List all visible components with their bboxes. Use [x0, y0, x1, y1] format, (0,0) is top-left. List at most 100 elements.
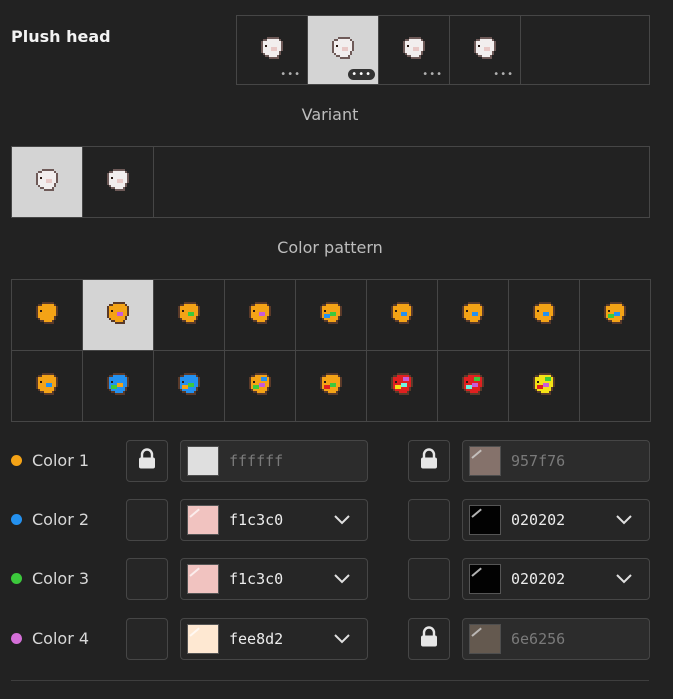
lock-toggle[interactable]: [126, 499, 168, 541]
plush-head-icon: [468, 31, 502, 69]
color-pattern-option[interactable]: [154, 351, 225, 421]
hex-value[interactable]: f1c3c0: [229, 570, 333, 588]
color-picker-field[interactable]: f1c3c0: [180, 558, 368, 600]
hex-value[interactable]: ffffff: [229, 452, 367, 470]
color-pattern-option[interactable]: [367, 280, 438, 351]
hex-value[interactable]: 020202: [511, 570, 615, 588]
color-row-label: Color 3: [11, 566, 89, 590]
color-picker-field[interactable]: 6e6256: [462, 618, 650, 660]
color-pattern-option[interactable]: [83, 280, 154, 351]
chevron-down-icon[interactable]: [615, 570, 635, 589]
color-picker-field[interactable]: f1c3c0: [180, 499, 368, 541]
color-pattern-option[interactable]: [438, 280, 509, 351]
color-pattern-selector: [11, 279, 651, 422]
color-pattern-heading: Color pattern: [277, 238, 383, 257]
color-pattern-option[interactable]: [154, 280, 225, 351]
color-pattern-option[interactable]: [580, 280, 650, 351]
hex-value[interactable]: 020202: [511, 511, 615, 529]
color-swatch[interactable]: [187, 624, 219, 654]
color-picker-field[interactable]: 020202: [462, 499, 650, 541]
color-swatch[interactable]: [469, 446, 501, 476]
more-options-icon[interactable]: •••: [348, 69, 375, 80]
color-picker-field[interactable]: 020202: [462, 558, 650, 600]
color-pattern-option[interactable]: [296, 351, 367, 421]
color-pattern-icon: [101, 296, 135, 334]
plush-head-selector: ••• ••• ••• •••: [236, 15, 650, 85]
chevron-down-icon[interactable]: [333, 511, 353, 530]
variant-selector: [11, 146, 650, 218]
hex-value[interactable]: 6e6256: [511, 630, 649, 648]
plush-head-icon: [255, 31, 289, 69]
variant-heading: Variant: [301, 105, 359, 124]
empty-pattern-slot: [580, 351, 650, 421]
color-picker-field[interactable]: 957f76: [462, 440, 650, 482]
color-label: Color 2: [32, 509, 90, 529]
variant-option[interactable]: [83, 147, 154, 217]
color-dot-icon: [11, 572, 22, 584]
chevron-down-icon[interactable]: [333, 570, 353, 589]
color-swatch[interactable]: [187, 446, 219, 476]
color-pattern-option[interactable]: [438, 351, 509, 421]
color-pattern-icon: [243, 367, 277, 405]
section-title: Plush head: [11, 27, 111, 46]
lock-icon: [137, 448, 157, 474]
color-pattern-icon: [385, 296, 419, 334]
more-options-icon[interactable]: •••: [280, 69, 301, 80]
color-pattern-icon: [172, 367, 206, 405]
lock-toggle[interactable]: [408, 499, 450, 541]
plush-head-option[interactable]: •••: [308, 16, 379, 84]
variant-icon: [30, 163, 64, 201]
hex-value[interactable]: f1c3c0: [229, 511, 333, 529]
plush-head-option[interactable]: •••: [379, 16, 450, 84]
plush-head-icon: [397, 31, 431, 69]
color-pattern-icon: [456, 367, 490, 405]
color-pattern-option[interactable]: [367, 351, 438, 421]
lock-toggle[interactable]: [126, 440, 168, 482]
color-picker-field[interactable]: fee8d2: [180, 618, 368, 660]
more-options-icon[interactable]: •••: [422, 69, 443, 80]
lock-icon: [419, 448, 439, 474]
color-swatch[interactable]: [469, 564, 501, 594]
color-pattern-icon: [101, 367, 135, 405]
color-pattern-option[interactable]: [296, 280, 367, 351]
color-pattern-option[interactable]: [83, 351, 154, 421]
lock-toggle[interactable]: [408, 440, 450, 482]
chevron-down-icon[interactable]: [333, 630, 353, 649]
color-picker-field[interactable]: ffffff: [180, 440, 368, 482]
plush-head-option[interactable]: •••: [237, 16, 308, 84]
color-pattern-icon: [456, 296, 490, 334]
color-pattern-icon: [314, 367, 348, 405]
lock-toggle[interactable]: [126, 618, 168, 660]
color-pattern-icon: [243, 296, 277, 334]
color-pattern-option[interactable]: [12, 280, 83, 351]
color-pattern-icon: [598, 296, 632, 334]
variant-option[interactable]: [12, 147, 83, 217]
color-row-label: Color 2: [11, 507, 89, 531]
more-options-icon[interactable]: •••: [493, 69, 514, 80]
color-pattern-option[interactable]: [225, 351, 296, 421]
lock-toggle[interactable]: [408, 618, 450, 660]
color-pattern-option[interactable]: [225, 280, 296, 351]
color-pattern-option[interactable]: [509, 280, 580, 351]
color-dot-icon: [11, 454, 22, 466]
lock-toggle[interactable]: [126, 558, 168, 600]
color-label: Color 4: [32, 628, 90, 648]
chevron-down-icon[interactable]: [615, 511, 635, 530]
color-row-label: Color 4: [11, 626, 89, 650]
color-dot-icon: [11, 632, 22, 644]
color-swatch[interactable]: [187, 505, 219, 535]
lock-toggle[interactable]: [408, 558, 450, 600]
color-swatch[interactable]: [469, 505, 501, 535]
divider: [11, 680, 649, 681]
color-pattern-icon: [527, 367, 561, 405]
hex-value[interactable]: fee8d2: [229, 630, 333, 648]
color-swatch[interactable]: [187, 564, 219, 594]
color-swatch[interactable]: [469, 624, 501, 654]
color-pattern-option[interactable]: [509, 351, 580, 421]
hex-value[interactable]: 957f76: [511, 452, 649, 470]
color-pattern-option[interactable]: [12, 351, 83, 421]
color-dot-icon: [11, 513, 22, 525]
color-pattern-icon: [527, 296, 561, 334]
plush-head-option[interactable]: •••: [450, 16, 521, 84]
color-pattern-icon: [30, 296, 64, 334]
